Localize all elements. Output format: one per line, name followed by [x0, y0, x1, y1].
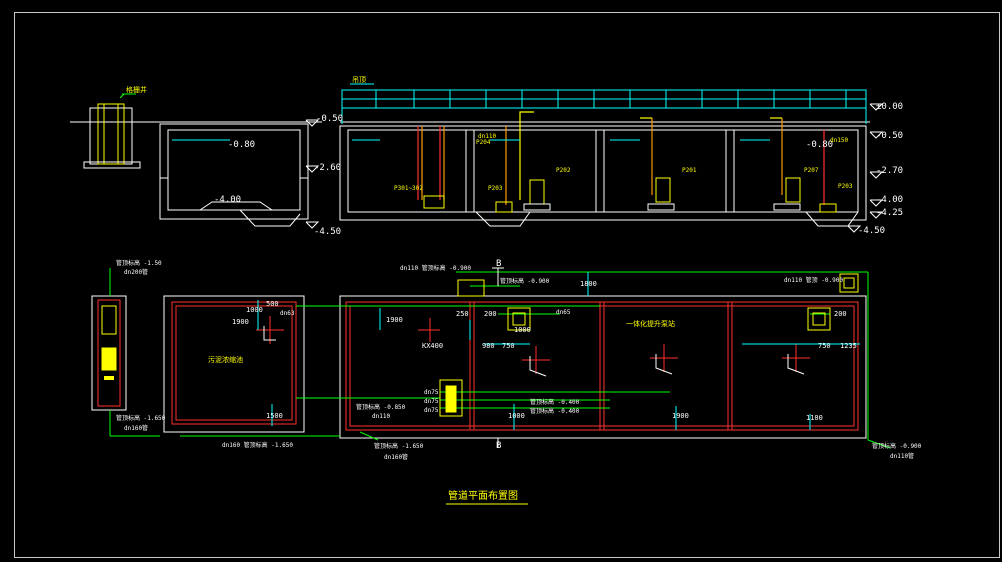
pipe-text-20: dn160管 — [124, 424, 148, 432]
pump-label-4: P204 — [476, 139, 491, 146]
pump-labels: P301~302 P203 P202 P201 P204 P207 P203 d… — [394, 133, 853, 192]
pipe-text-8: dn75 — [424, 407, 439, 414]
dim-2: 1900 — [386, 316, 403, 324]
pipe-text-1: 管顶标高 -0.900 — [500, 277, 550, 285]
dim-7: 250 — [456, 310, 469, 318]
drawing-title-block: 管道平面布置图 — [446, 489, 528, 505]
dim-14: 1000 — [514, 326, 531, 334]
pipe-text-18: dn200管 — [124, 268, 148, 276]
pipe-text-4: dn65 — [556, 309, 571, 316]
dim-9: 750 — [818, 342, 831, 350]
dim-0: 1000 — [246, 306, 263, 314]
dim-6: 750 — [502, 342, 515, 350]
cad-drawing: 格栅井 吊顶 -0.50 -0.80 -2.60 -4.00 -4.50 ±0.… — [70, 76, 922, 505]
elev-right-4: -4.00 — [876, 195, 903, 205]
elev-right-3: -2.70 — [876, 166, 903, 176]
inlet-label: 格栅井 — [126, 85, 147, 94]
pipe-text-14: dn160管 — [384, 453, 408, 461]
inlet-chamber — [83, 93, 141, 169]
pump-label-0: P301~302 — [394, 185, 423, 192]
elev-right-1: -0.50 — [876, 131, 903, 141]
pump-label-5: P207 — [804, 167, 819, 174]
pipe-text-12: dn160 管顶标高 -1.650 — [222, 441, 293, 449]
elev-right-6: -4.50 — [858, 226, 885, 236]
pump-units — [423, 177, 837, 213]
dim-10: 1235 — [840, 342, 857, 350]
pump-label-3: P201 — [682, 167, 697, 174]
section-pipe-label-0: dn110 — [478, 133, 496, 140]
elev-right-0: ±0.00 — [876, 102, 903, 112]
left-basin-label: 污泥浓缩池 — [208, 355, 243, 364]
section-mark-bottom: B — [496, 441, 501, 451]
elev-left-3: -4.00 — [214, 195, 241, 205]
plan-crosshairs — [256, 316, 810, 374]
drawing-title: 管道平面布置图 — [448, 489, 518, 502]
pipe-text-19: 管顶标高 -1.650 — [116, 414, 166, 422]
pipe-text-16: dn110管 — [890, 452, 914, 460]
pipe-text-11: 管顶标高 -0.400 — [530, 407, 580, 415]
pipe-text-13: 管顶标高 -1.650 — [374, 442, 424, 450]
top-pipe-rack — [341, 83, 867, 124]
pump-label-1: P203 — [488, 185, 503, 192]
pump-station-plan — [339, 295, 867, 439]
pump-station-section — [339, 125, 867, 227]
dim-12: 1900 — [672, 412, 689, 420]
pipe-text-2: dn110 管顶 -0.900 — [784, 276, 843, 284]
dim-17: KX400 — [422, 342, 443, 350]
elev-left-1: -0.80 — [228, 140, 255, 150]
pipe-text-6: dn75 — [424, 389, 439, 396]
section-top-label: 吊顶 — [352, 76, 366, 84]
dim-16: 1800 — [580, 280, 597, 288]
dim-4: 1500 — [266, 412, 283, 420]
dim-1: 1900 — [232, 318, 249, 326]
pipe-text-3: dn63 — [280, 310, 295, 317]
elev-left-0: -0.50 — [316, 114, 343, 124]
dim-13: 1100 — [806, 414, 823, 422]
pump-label-6: P203 — [838, 183, 853, 190]
dim-11: 1000 — [508, 412, 525, 420]
elevation-markers — [305, 103, 884, 233]
pipe-text-10: 管顶标高 -0.400 — [530, 398, 580, 406]
pipe-text-5: dn110 — [372, 413, 390, 420]
plan-sumps — [263, 326, 805, 377]
pipe-text-0: dn110 管顶标高 -0.900 — [400, 264, 471, 272]
pipe-text-15: 管顶标高 -0.900 — [872, 442, 922, 450]
section-view: 格栅井 吊顶 — [70, 76, 884, 233]
pipe-text-17: 管顶标高 -1.50 — [116, 259, 162, 267]
dim-5: 980 — [482, 342, 495, 350]
section-pipe-label-1: dn150 — [830, 137, 848, 144]
pump-label-2: P202 — [556, 167, 571, 174]
elev-left-2: -2.60 — [314, 163, 341, 173]
elev-left-4: -4.50 — [314, 227, 341, 237]
plan-inlet — [91, 295, 127, 411]
pipe-text-9: 管顶标高 -0.850 — [356, 403, 406, 411]
dim-15: 200 — [834, 310, 847, 318]
elev-right-5: -4.25 — [876, 208, 903, 218]
dim-8: 200 — [484, 310, 497, 318]
dim-3: 500 — [266, 300, 279, 308]
pipe-text-7: dn75 — [424, 398, 439, 405]
section-cuts — [492, 267, 504, 448]
section-mark-top: B — [496, 259, 501, 269]
pump-station-label: 一体化提升泵站 — [626, 319, 675, 328]
